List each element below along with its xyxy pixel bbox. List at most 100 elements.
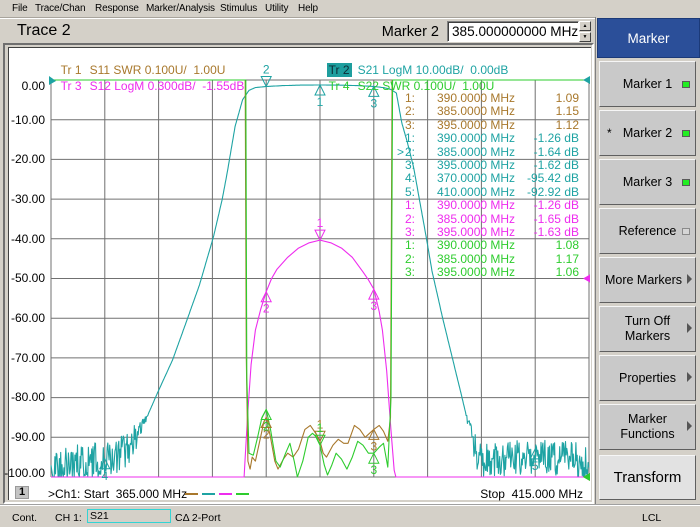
marker-number: 1: xyxy=(405,198,416,213)
y-tick-label: -70.00 xyxy=(10,351,45,365)
marker-number: 3: xyxy=(405,265,416,280)
marker-number: 3: xyxy=(405,158,416,172)
marker-frequency: 370.0000 MHz xyxy=(437,171,516,186)
marker-frequency-spinner[interactable]: ▲ ▼ xyxy=(579,21,591,42)
marker-table-row: >2: 385.0000 MHz -1.64 dB xyxy=(395,144,590,159)
arrow-up-icon: ▲ xyxy=(582,23,588,29)
marker-number: 2: xyxy=(405,144,416,159)
marker-number: 2: xyxy=(405,211,416,226)
channel-status: CH 1: xyxy=(55,512,82,524)
softkey-label-line-1: Turn Off xyxy=(624,314,671,328)
active-marker-indicator: > xyxy=(397,144,405,159)
marker-number: 2: xyxy=(405,251,416,266)
softkey-label: Marker 2 xyxy=(622,125,673,140)
softkey-reference[interactable]: Reference xyxy=(599,208,696,254)
y-tick-label: 0.00 xyxy=(21,79,45,93)
marker-value: 1.08 xyxy=(555,238,579,253)
marker-number: 3: xyxy=(405,225,416,239)
marker-value: 1.06 xyxy=(555,265,579,280)
led-on-icon xyxy=(682,130,690,137)
spin-down-button[interactable]: ▼ xyxy=(579,32,591,42)
led-on-icon xyxy=(682,81,690,88)
marker-frequency: 385.0000 MHz xyxy=(437,144,516,159)
softkey-label: Reference xyxy=(618,223,677,238)
marker-number: 5: xyxy=(405,184,416,199)
sweep-mode-status: Cont. xyxy=(12,512,38,524)
marker-number: 1: xyxy=(405,91,416,105)
y-tick-label: -80.00 xyxy=(10,390,45,404)
softkey-transform[interactable]: Transform xyxy=(599,455,696,500)
marker-table-row: 3: 395.0000 MHz 1.06 xyxy=(395,266,590,279)
marker-frequency: 385.0000 MHz xyxy=(437,251,516,266)
marker-table-row: 1: 390.0000 MHz -1.26 dB xyxy=(395,132,590,145)
marker-table-row: 3: 395.0000 MHz -1.62 dB xyxy=(395,159,590,172)
y-tick-label: -90.00 xyxy=(10,430,45,444)
marker-value: -1.62 dB xyxy=(533,158,579,172)
marker-frequency: 390.0000 MHz xyxy=(437,131,516,146)
marker-number: 2: xyxy=(405,104,416,119)
trace-color-swatch-s12 xyxy=(219,493,232,495)
softkey-more-markers[interactable]: More Markers xyxy=(599,257,696,303)
marker-table-row: 2: 385.0000 MHz -1.65 dB xyxy=(395,211,590,226)
status-bar: Cont. CH 1: S21 CΔ 2-Port LCL xyxy=(0,505,700,527)
marker-number: 4: xyxy=(405,171,416,186)
marker-value: 1.15 xyxy=(555,104,579,119)
legend-trace-4[interactable]: Tr 4 S22 SWR 0.100U/ 1.00U xyxy=(320,65,495,93)
softkey-label: Marker 3 xyxy=(622,174,673,189)
menu-marker-analysis[interactable]: Marker/Analysis xyxy=(146,3,215,14)
y-tick-label: -30.00 xyxy=(10,192,45,206)
menu-response[interactable]: Response xyxy=(95,3,139,14)
softkey-properties[interactable]: Properties xyxy=(599,355,696,401)
stop-frequency-label: Stop 415.000 MHz xyxy=(480,487,583,501)
marker-value: -1.26 dB xyxy=(533,198,579,213)
arrow-down-icon: ▼ xyxy=(582,34,588,40)
marker-table-row: 2: 385.0000 MHz 1.17 xyxy=(395,251,590,266)
menu-trace-chan[interactable]: Trace/Chan xyxy=(35,3,86,14)
marker-table-row: 3: 395.0000 MHz -1.63 dB xyxy=(395,226,590,239)
softkey-marker-2[interactable]: * Marker 2 xyxy=(599,110,696,156)
y-tick-label: -50.00 xyxy=(10,271,45,285)
marker-value: -95.42 dB xyxy=(526,171,579,186)
marker-table-row: 1: 390.0000 MHz 1.09 xyxy=(395,92,590,105)
y-tick-label: -40.00 xyxy=(10,232,45,246)
menu-file[interactable]: File xyxy=(12,3,28,14)
marker-table-row: 4: 370.0000 MHz -95.42 dB xyxy=(395,172,590,185)
marker-value: -92.92 dB xyxy=(526,184,579,199)
marker-frequency: 390.0000 MHz xyxy=(437,198,516,213)
menu-bar: File Trace/Chan Response Marker/Analysis… xyxy=(0,0,700,18)
y-tick-label: -60.00 xyxy=(10,311,45,325)
softkey-menu-title[interactable]: Marker xyxy=(597,18,700,58)
calibration-status: CΔ 2-Port xyxy=(175,512,221,524)
marker-frequency: 385.0000 MHz xyxy=(437,104,516,119)
softkey-label-line-1: Marker xyxy=(628,412,667,426)
remote-local-status: LCL xyxy=(642,512,662,524)
menu-utility[interactable]: Utility xyxy=(265,3,289,14)
menu-stimulus[interactable]: Stimulus xyxy=(220,3,257,14)
menu-help[interactable]: Help xyxy=(298,3,318,14)
marker-frequency: 395.0000 MHz xyxy=(437,158,516,172)
marker-readout-table: 1: 390.0000 MHz 1.09 2: 385.0000 MHz 1.15 3: 39… xyxy=(395,92,590,282)
submenu-arrow-icon xyxy=(687,421,692,431)
active-marker-asterisk: * xyxy=(607,126,612,140)
softkey-marker-functions[interactable]: Marker Functions xyxy=(599,404,696,450)
start-frequency-label: >Ch1: Start 365.000 MHz xyxy=(48,487,188,501)
marker-number: 3: xyxy=(405,117,416,132)
active-measurement-status: S21 xyxy=(87,509,171,523)
led-off-icon xyxy=(682,228,690,235)
softkey-label: Properties xyxy=(619,370,676,385)
marker-value: -1.64 dB xyxy=(533,144,579,159)
legend-trace-3[interactable]: Tr 3 S12 LogM 0.300dB/ -1.55dB xyxy=(52,65,245,93)
marker-table-row: 5: 410.0000 MHz -92.92 dB xyxy=(395,184,590,199)
marker-value: 1.09 xyxy=(555,91,579,105)
marker-frequency-input[interactable] xyxy=(447,21,579,42)
legend-trace-id: Tr 4 xyxy=(328,79,350,93)
softkey-turn-off-markers[interactable]: Turn Off Markers xyxy=(599,306,696,352)
marker-frequency: 395.0000 MHz xyxy=(437,265,516,280)
softkey-label: Marker 1 xyxy=(622,76,673,91)
softkey-marker-3[interactable]: Marker 3 xyxy=(599,159,696,205)
softkey-label-line-2: Functions xyxy=(620,427,675,441)
marker-frequency: 390.0000 MHz xyxy=(437,91,516,105)
spin-up-button[interactable]: ▲ xyxy=(579,21,591,31)
marker-frequency: 410.0000 MHz xyxy=(437,184,516,199)
softkey-marker-1[interactable]: Marker 1 xyxy=(599,61,696,107)
